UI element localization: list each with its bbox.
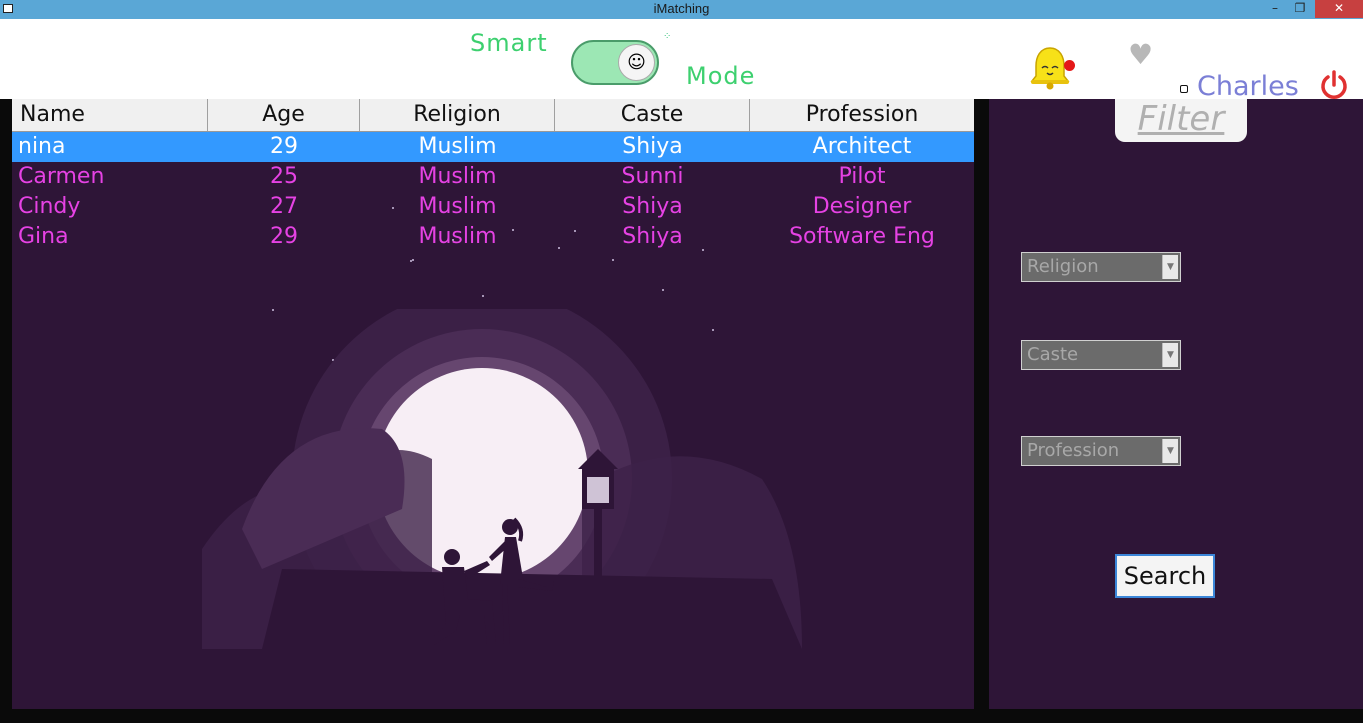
column-header-caste[interactable]: Caste xyxy=(555,99,750,131)
table-row[interactable]: nina 29 Muslim Shiya Architect xyxy=(12,132,974,162)
cell-age: 29 xyxy=(270,224,298,249)
profession-select-placeholder: Profession xyxy=(1027,440,1120,461)
cell-caste: Shiya xyxy=(622,224,683,249)
cell-caste: Shiya xyxy=(622,134,683,159)
cell-name: Cindy xyxy=(18,194,81,219)
caste-select-placeholder: Caste xyxy=(1027,344,1079,365)
religion-select[interactable]: Religion ▼ xyxy=(1021,252,1181,282)
cell-name: nina xyxy=(18,134,66,159)
heart-icon[interactable]: ♥ xyxy=(1128,38,1153,71)
religion-select-placeholder: Religion xyxy=(1027,256,1099,277)
filter-header: Filter xyxy=(1115,99,1247,142)
username-label[interactable]: Charles xyxy=(1197,71,1299,102)
toggle-knob-face-icon: ☺ xyxy=(618,44,655,81)
filter-title: Filter xyxy=(1137,99,1225,139)
table-header: Name Age Religion Caste Profession xyxy=(12,99,974,132)
chevron-down-icon: ▼ xyxy=(1162,439,1178,463)
chevron-down-icon: ▼ xyxy=(1162,255,1178,279)
results-panel: Name Age Religion Caste Profession nina … xyxy=(12,99,974,709)
chevron-down-icon: ▼ xyxy=(1162,343,1178,367)
profession-select[interactable]: Profession ▼ xyxy=(1021,436,1181,466)
column-header-name[interactable]: Name xyxy=(12,99,208,131)
caste-select[interactable]: Caste ▼ xyxy=(1021,340,1181,370)
smart-label: Smart xyxy=(470,29,548,57)
minimize-button[interactable]: – xyxy=(1264,0,1286,18)
cell-religion: Muslim xyxy=(418,164,497,189)
online-status-icon xyxy=(1180,85,1188,93)
cell-age: 27 xyxy=(270,194,298,219)
table-row[interactable]: Cindy 27 Muslim Shiya Designer xyxy=(12,192,974,222)
cell-religion: Muslim xyxy=(418,194,497,219)
column-header-age[interactable]: Age xyxy=(208,99,360,131)
cell-profession: Architect xyxy=(812,134,912,159)
cell-caste: Shiya xyxy=(622,194,683,219)
table-row[interactable]: Gina 29 Muslim Shiya Software Eng xyxy=(12,222,974,252)
app-header: Smart ☺ ⁘ Mode ♥ Charles xyxy=(0,19,1363,102)
cell-name: Gina xyxy=(18,224,69,249)
smart-mode-toggle[interactable]: ☺ xyxy=(571,40,659,85)
cell-name: Carmen xyxy=(18,164,105,189)
table-row[interactable]: Carmen 25 Muslim Sunni Pilot xyxy=(12,162,974,192)
window-titlebar: iMatching – ❐ ✕ xyxy=(0,0,1363,19)
romantic-moon-illustration xyxy=(202,309,802,649)
power-icon[interactable] xyxy=(1318,69,1350,101)
sparkle-icon: ⁘ xyxy=(663,31,672,42)
cell-profession: Pilot xyxy=(838,164,886,189)
mode-label: Mode xyxy=(686,62,756,90)
cell-religion: Muslim xyxy=(418,134,497,159)
maximize-button[interactable]: ❐ xyxy=(1289,0,1311,18)
filter-sidebar: Filter Religion ▼ Caste ▼ Profession ▼ S… xyxy=(989,99,1363,709)
cell-profession: Software Eng xyxy=(789,224,935,249)
cell-age: 29 xyxy=(270,134,298,159)
cell-caste: Sunni xyxy=(621,164,684,189)
cell-profession: Designer xyxy=(812,194,912,219)
column-header-profession[interactable]: Profession xyxy=(750,99,974,131)
cell-age: 25 xyxy=(270,164,298,189)
search-button[interactable]: Search xyxy=(1115,554,1215,598)
close-button[interactable]: ✕ xyxy=(1315,0,1363,18)
cell-religion: Muslim xyxy=(418,224,497,249)
column-header-religion[interactable]: Religion xyxy=(360,99,555,131)
window-title: iMatching xyxy=(653,1,710,16)
notification-badge xyxy=(1064,60,1075,71)
